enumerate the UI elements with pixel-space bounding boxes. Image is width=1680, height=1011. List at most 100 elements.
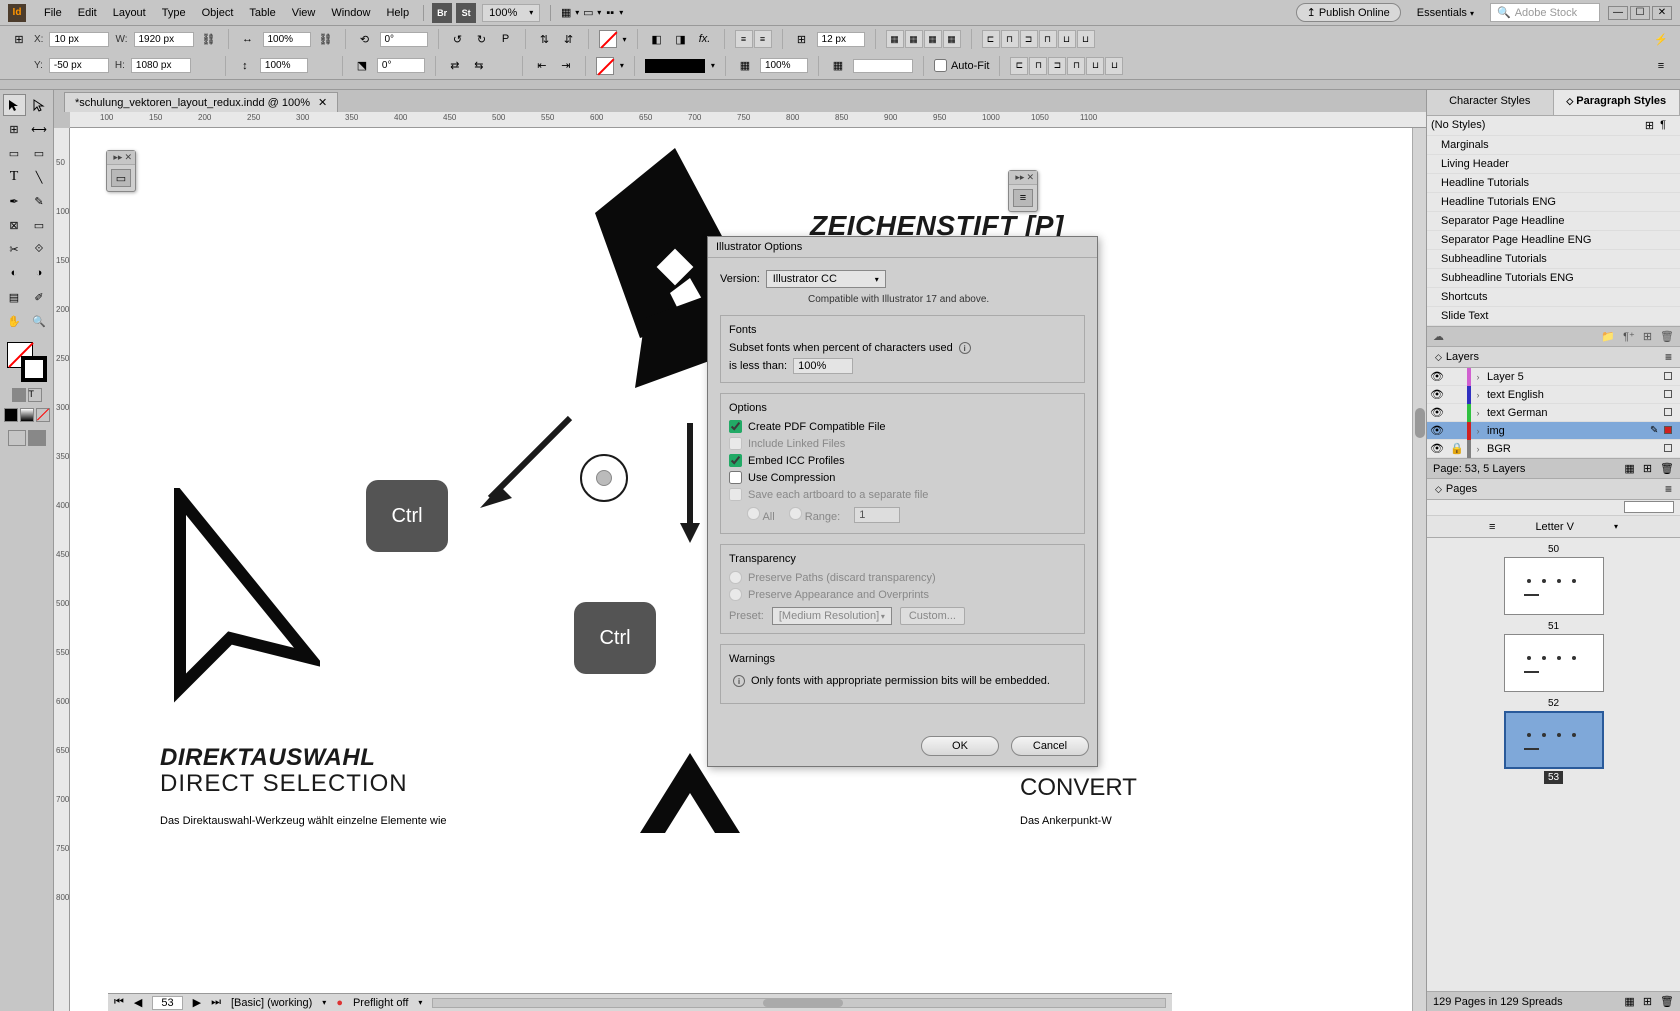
new-style-icon[interactable]: ⊞ bbox=[1643, 330, 1652, 343]
layer-item[interactable]: 👁 › text German bbox=[1427, 404, 1680, 422]
style-item[interactable]: Slide Text bbox=[1427, 307, 1680, 326]
dist-c-button[interactable]: ⊓ bbox=[1029, 57, 1047, 75]
page-thumbnail[interactable] bbox=[1504, 634, 1604, 692]
paragraph-styles-tab[interactable]: ◇ Paragraph Styles bbox=[1554, 90, 1680, 115]
visibility-icon[interactable]: 👁 bbox=[1427, 406, 1447, 419]
zoom-tool[interactable]: 🔍 bbox=[28, 310, 51, 332]
menu-help[interactable]: Help bbox=[378, 3, 417, 23]
cancel-button[interactable]: Cancel bbox=[1011, 736, 1089, 756]
rotate-cw-icon[interactable]: ↻ bbox=[473, 30, 491, 48]
panel-menu-icon[interactable]: ≡ bbox=[1665, 350, 1672, 364]
style-item[interactable]: Subheadline Tutorials ENG bbox=[1427, 269, 1680, 288]
flip-v2-icon[interactable]: ⇵ bbox=[560, 30, 578, 48]
y-input[interactable] bbox=[49, 58, 109, 73]
p-icon[interactable]: P bbox=[497, 30, 515, 48]
screen-mode-icon[interactable]: ▭ bbox=[579, 4, 597, 22]
gradient-feather-tool[interactable]: ◑ bbox=[28, 262, 51, 284]
view-mode-status[interactable]: [Basic] (working) bbox=[231, 997, 312, 1009]
menu-view[interactable]: View bbox=[284, 3, 324, 23]
content-placer-tool[interactable]: ▭ bbox=[28, 142, 51, 164]
document-tab[interactable]: *schulung_vektoren_layout_redux.indd @ 1… bbox=[64, 92, 338, 112]
opt-icc-checkbox[interactable]: Embed ICC Profiles bbox=[729, 454, 1076, 467]
corner-icon[interactable]: ◧ bbox=[648, 30, 666, 48]
page-thumbnail[interactable] bbox=[1504, 557, 1604, 615]
align-m-button[interactable]: ⊔ bbox=[1058, 30, 1076, 48]
rotate-ccw-icon[interactable]: ↺ bbox=[449, 30, 467, 48]
visibility-icon[interactable]: 👁 bbox=[1427, 424, 1447, 437]
selection-tool[interactable] bbox=[3, 94, 26, 116]
menu-object[interactable]: Object bbox=[194, 3, 242, 23]
dist-b-button[interactable]: ⊔ bbox=[1105, 57, 1123, 75]
center-content-button[interactable]: ▦ bbox=[924, 30, 942, 48]
menu-table[interactable]: Table bbox=[241, 3, 283, 23]
character-styles-tab[interactable]: Character Styles bbox=[1427, 90, 1554, 115]
nav-next-icon[interactable]: ▶ bbox=[193, 996, 201, 1009]
flip-h-icon[interactable]: ⇄ bbox=[446, 57, 464, 75]
expand-icon[interactable]: › bbox=[1471, 426, 1485, 436]
scissors-tool[interactable]: ✂ bbox=[3, 238, 26, 260]
new-sublayer-icon[interactable]: ▦ bbox=[1624, 462, 1634, 475]
page-number-input[interactable]: 53 bbox=[152, 996, 182, 1010]
align-c-button[interactable]: ⊓ bbox=[1001, 30, 1019, 48]
reference-point-icon[interactable]: ⊞ bbox=[10, 30, 28, 48]
menu-type[interactable]: Type bbox=[154, 3, 194, 23]
visibility-icon[interactable]: 👁 bbox=[1427, 370, 1447, 383]
constrain-wh-icon[interactable]: ⛓ bbox=[200, 30, 218, 48]
hand-tool[interactable]: ✋ bbox=[3, 310, 26, 332]
type-tool[interactable]: T bbox=[3, 166, 26, 188]
delete-layer-icon[interactable]: 🗑 bbox=[1660, 462, 1674, 475]
style-item[interactable]: Headline Tutorials bbox=[1427, 174, 1680, 193]
workspace-select[interactable]: Essentials ▾ bbox=[1409, 5, 1482, 21]
fit-frame-button[interactable]: ▦ bbox=[905, 30, 923, 48]
delete-style-icon[interactable]: 🗑 bbox=[1660, 330, 1674, 343]
quick-apply-icon[interactable]: ⚡ bbox=[1652, 30, 1670, 48]
stroke-weight-input[interactable] bbox=[817, 32, 865, 47]
stock-search-input[interactable]: 🔍Adobe Stock bbox=[1490, 3, 1600, 22]
sel-next-icon[interactable]: ⇥ bbox=[557, 57, 575, 75]
close-button[interactable]: ✕ bbox=[1652, 6, 1672, 20]
no-styles-item[interactable]: (No Styles)⊞¶ bbox=[1427, 116, 1680, 136]
direct-selection-tool[interactable] bbox=[28, 94, 51, 116]
fill-frame-button[interactable]: ▦ bbox=[943, 30, 961, 48]
normal-view-button[interactable] bbox=[8, 430, 26, 446]
stroke-dropdown-icon[interactable]: ▾ bbox=[620, 61, 624, 70]
wrap-mode-icon[interactable]: ▦ bbox=[829, 57, 847, 75]
mini-panel-2[interactable]: ▸▸✕ ≡ bbox=[1008, 170, 1038, 212]
layer-item[interactable]: 👁 🔒 › BGR bbox=[1427, 440, 1680, 458]
line-tool[interactable]: ╲ bbox=[28, 166, 51, 188]
opt-pdf-checkbox[interactable]: Create PDF Compatible File bbox=[729, 420, 1076, 433]
preflight-status[interactable]: Preflight off bbox=[353, 997, 408, 1009]
tab-close-icon[interactable]: ✕ bbox=[318, 96, 327, 109]
scale-y-input[interactable] bbox=[260, 58, 308, 73]
align-l-button[interactable]: ⊏ bbox=[982, 30, 1000, 48]
dist-r-button[interactable]: ⊐ bbox=[1048, 57, 1066, 75]
ok-button[interactable]: OK bbox=[921, 736, 999, 756]
panel-slot-icon[interactable]: ▭ bbox=[111, 169, 131, 187]
menu-window[interactable]: Window bbox=[323, 3, 378, 23]
nav-last-icon[interactable]: ⏭ bbox=[211, 996, 221, 1009]
sel-prev-icon[interactable]: ⇤ bbox=[533, 57, 551, 75]
pencil-tool[interactable]: ✎ bbox=[28, 190, 51, 212]
panel-slot-icon[interactable]: ≡ bbox=[1013, 189, 1033, 207]
horizontal-scrollbar[interactable] bbox=[432, 998, 1166, 1008]
fill-dropdown-icon[interactable]: ▾ bbox=[623, 35, 627, 44]
bridge-icon[interactable]: Br bbox=[432, 3, 452, 23]
fit-content-button[interactable]: ▦ bbox=[886, 30, 904, 48]
flip-v-icon[interactable]: ⇅ bbox=[536, 30, 554, 48]
format-text-button[interactable]: T bbox=[28, 388, 42, 402]
scale-x-input[interactable] bbox=[263, 32, 311, 47]
w-input[interactable] bbox=[134, 32, 194, 47]
align-b-button[interactable]: ⊔ bbox=[1077, 30, 1095, 48]
delete-page-icon[interactable]: 🗑 bbox=[1660, 995, 1674, 1008]
info-icon[interactable]: i bbox=[959, 342, 971, 354]
style-item[interactable]: Separator Page Headline ENG bbox=[1427, 231, 1680, 250]
free-transform-tool[interactable]: ⟐ bbox=[28, 238, 51, 260]
minimize-button[interactable]: — bbox=[1608, 6, 1628, 20]
version-select[interactable]: Illustrator CC▾ bbox=[766, 270, 886, 288]
new-page-icon[interactable]: ⊞ bbox=[1643, 995, 1652, 1008]
nav-first-icon[interactable]: ⏮ bbox=[114, 996, 124, 1009]
layer-item[interactable]: 👁 › img ✎ bbox=[1427, 422, 1680, 440]
collapse-icon[interactable]: ▸▸ bbox=[113, 152, 122, 163]
zoom-select[interactable]: 100%▾ bbox=[482, 4, 540, 22]
nav-prev-icon[interactable]: ◀ bbox=[134, 996, 142, 1009]
